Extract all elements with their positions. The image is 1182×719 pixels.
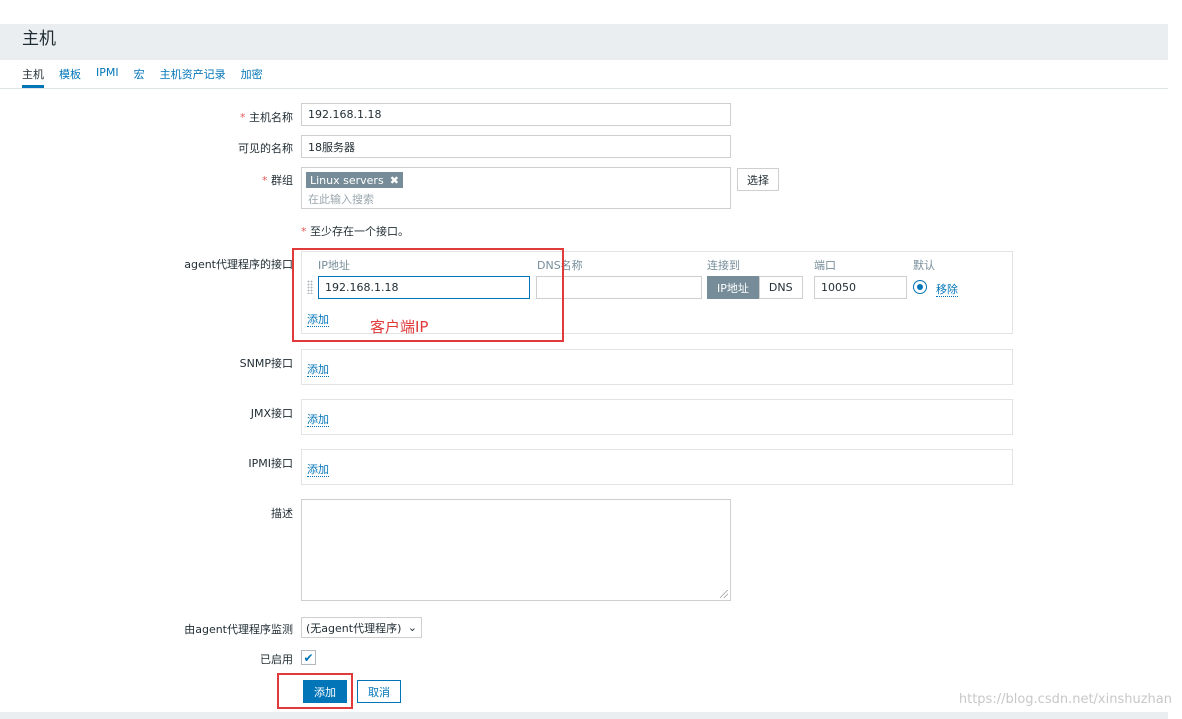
- ipmi-interface-box: [301, 449, 1013, 485]
- groups-label: * 群组: [262, 174, 293, 187]
- remove-interface-link[interactable]: 移除: [936, 283, 958, 297]
- connect-to-toggle: IP地址 DNS: [707, 276, 803, 299]
- header-bar: [0, 24, 1168, 60]
- ipmi-label: IPMI接口: [248, 457, 293, 470]
- enabled-label: 已启用: [260, 653, 293, 666]
- connect-dns-option[interactable]: DNS: [758, 276, 803, 299]
- description-label: 描述: [271, 507, 293, 520]
- visible-name-label: 可见的名称: [238, 142, 293, 155]
- add-jmx-link[interactable]: 添加: [307, 413, 329, 427]
- agent-interface-label: agent代理程序的接口: [184, 258, 293, 271]
- hostname-label: * 主机名称: [240, 111, 293, 124]
- snmp-label: SNMP接口: [239, 357, 293, 370]
- footer-bar: [0, 712, 1168, 719]
- visible-name-input[interactable]: [301, 135, 731, 158]
- proxy-label: 由agent代理程序监测: [184, 623, 293, 636]
- agent-port-input[interactable]: [814, 276, 907, 299]
- tab-divider: [0, 88, 1168, 89]
- select-groups-button[interactable]: 选择: [737, 168, 779, 191]
- watermark: https://blog.csdn.net/xinshuzhan: [958, 692, 1172, 707]
- annotation-text: 客户端IP: [370, 318, 429, 336]
- col-connect-header: 连接到: [707, 259, 740, 272]
- tab-bar: 主机 模板 IPMI 宏 主机资产记录 加密: [22, 66, 278, 88]
- checkmark-icon: ✔: [303, 650, 314, 665]
- add-button-highlight: [277, 673, 353, 709]
- tab-templates[interactable]: 模板: [59, 66, 81, 88]
- chevron-down-icon: ⌄: [407, 621, 417, 634]
- connect-ip-option[interactable]: IP地址: [707, 276, 759, 299]
- tab-ipmi[interactable]: IPMI: [96, 66, 119, 88]
- default-interface-radio[interactable]: [913, 280, 927, 294]
- enabled-checkbox[interactable]: ✔: [301, 650, 316, 665]
- cancel-button[interactable]: 取消: [357, 680, 401, 703]
- interface-note: * 至少存在一个接口。: [301, 225, 409, 238]
- group-tag: Linux servers ✖: [306, 172, 403, 188]
- tab-host[interactable]: 主机: [22, 66, 44, 88]
- description-textarea[interactable]: [301, 499, 731, 601]
- col-port-header: 端口: [814, 259, 836, 272]
- add-ipmi-link[interactable]: 添加: [307, 463, 329, 477]
- groups-multiselect[interactable]: Linux servers ✖ 在此输入搜索: [301, 167, 731, 209]
- jmx-label: JMX接口: [250, 407, 293, 420]
- page-title: 主机: [22, 29, 56, 49]
- tab-encryption[interactable]: 加密: [241, 66, 263, 88]
- resize-grip-icon[interactable]: [720, 590, 728, 598]
- col-default-header: 默认: [913, 259, 935, 272]
- proxy-select[interactable]: (无agent代理程序) ⌄: [301, 617, 422, 638]
- snmp-interface-box: [301, 349, 1013, 385]
- tag-remove-icon[interactable]: ✖: [390, 174, 399, 187]
- tab-inventory[interactable]: 主机资产记录: [160, 66, 226, 88]
- add-snmp-link[interactable]: 添加: [307, 363, 329, 377]
- tab-macros[interactable]: 宏: [134, 66, 145, 88]
- hostname-input[interactable]: [301, 103, 731, 126]
- jmx-interface-box: [301, 399, 1013, 435]
- groups-search-input[interactable]: 在此输入搜索: [308, 191, 374, 207]
